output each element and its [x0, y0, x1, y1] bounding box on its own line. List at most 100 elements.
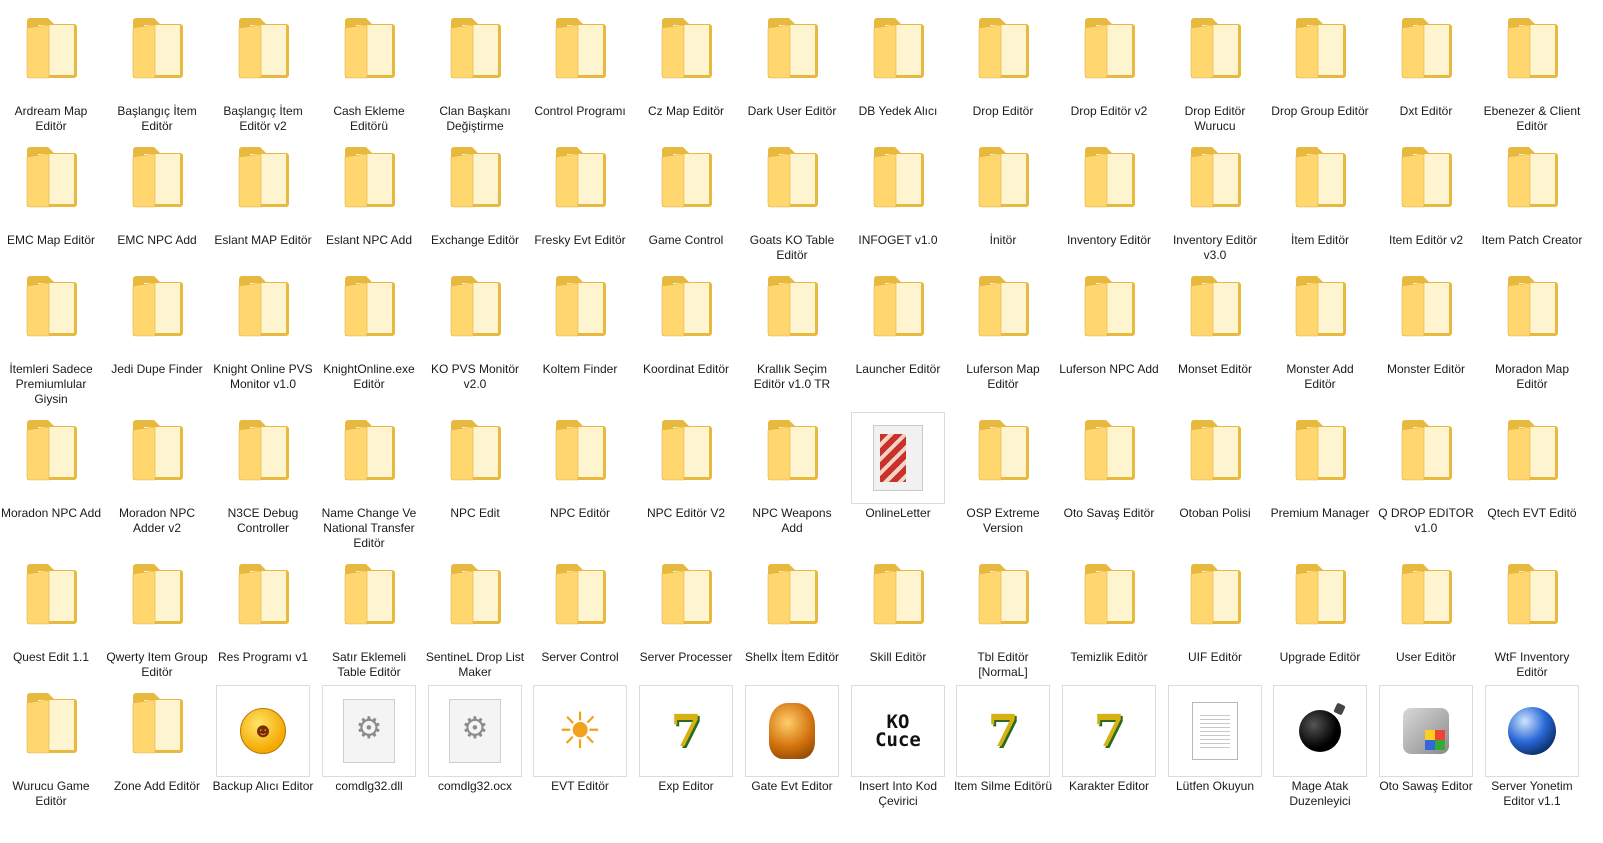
folder-icon [1485, 139, 1579, 231]
item-label: Lütfen Okuyun [1175, 779, 1255, 793]
item-label: Inventory Editör v3.0 [1172, 233, 1258, 262]
item-label: Ardream Map Editör [14, 104, 88, 133]
item-label: Upgrade Editör [1279, 650, 1361, 664]
item-label: OSP Extreme Version [966, 506, 1040, 535]
folder-icon [533, 10, 627, 102]
folder-icon [851, 268, 945, 360]
item-label: Inventory Editör [1066, 233, 1152, 247]
folder-icon [4, 10, 98, 102]
folder-icon [1485, 556, 1579, 648]
folder-icon [745, 268, 839, 360]
item-label: Tbl Editör [NormaL] [977, 650, 1029, 679]
folder-icon [533, 139, 627, 231]
item-label: Server Yonetim Editor v1.1 [1491, 779, 1573, 808]
item-label: EMC Map Editör [6, 233, 96, 247]
folder-icon [1273, 139, 1367, 231]
item-label: Insert Into Kod Çevirici [858, 779, 938, 808]
item-label: Wurucu Game Editör [12, 779, 90, 808]
ko-cuce-icon: KO Cuce [851, 685, 945, 777]
item-label: NPC Editör [549, 506, 611, 520]
item-label: WtF Inventory Editör [1494, 650, 1570, 679]
folder-icon [1062, 556, 1156, 648]
item-label: N3CE Debug Controller [227, 506, 299, 535]
folder-icon [4, 556, 98, 648]
item-label: Qtech EVT Editö [1487, 506, 1577, 520]
folder-icon [745, 10, 839, 102]
folder-icon [1273, 556, 1367, 648]
item-label: Karakter Editor [1068, 779, 1150, 793]
item-label: INFOGET v1.0 [858, 233, 938, 247]
sun-icon: ☀ [533, 685, 627, 777]
item-label: Oto Sawaş Editor [1379, 779, 1473, 793]
folder-icon [110, 139, 204, 231]
folder-icon [216, 268, 310, 360]
folder-icon [1273, 268, 1367, 360]
item-label: Skill Editör [869, 650, 927, 664]
file-explorer-grid: Ardream Map Editör Başlangıç İtem Editör… [0, 0, 1603, 843]
folder-icon [745, 412, 839, 504]
item-label: Moradon NPC Add [0, 506, 102, 520]
item-label: UIF Editör [1187, 650, 1242, 664]
item-label: İnitör [989, 233, 1017, 247]
folder-icon [639, 139, 733, 231]
folder-icon [1168, 412, 1262, 504]
item-label: Moradon Map Editör [1494, 362, 1570, 391]
item-label: Control Programı [534, 104, 626, 118]
item-label: Ebenezer & Client Editör [1483, 104, 1581, 133]
folder-icon [1062, 268, 1156, 360]
item-label: Server Control [541, 650, 619, 664]
folder-icon [4, 139, 98, 231]
item-label: Server Processer [639, 650, 733, 664]
item-label: İtemleri Sadece Premiumlular Giysin [9, 362, 93, 406]
item-label: Res Programı v1 [217, 650, 309, 664]
blue-orb-icon [1485, 685, 1579, 777]
letter-folder-icon [851, 412, 945, 504]
item-label: KnightOnline.exe Editör [323, 362, 415, 391]
item-label: OnlineLetter [865, 506, 931, 520]
folder-icon [639, 268, 733, 360]
item-label: Premium Manager [1270, 506, 1370, 520]
folder-icon [1273, 412, 1367, 504]
folder-icon [1485, 10, 1579, 102]
item-label: Quest Edit 1.1 [12, 650, 90, 664]
item-label: Satır Eklemeli Table Editör [331, 650, 407, 679]
item-label: Exchange Editör [430, 233, 520, 247]
folder-icon [322, 10, 416, 102]
item-label: KO PVS Monitör v2.0 [430, 362, 520, 391]
item-label: NPC Weapons Add [752, 506, 832, 535]
folder-icon [216, 10, 310, 102]
folder-icon [322, 139, 416, 231]
folder-icon [1379, 139, 1473, 231]
item-label: Monster Editör [1386, 362, 1466, 376]
folder-icon [1379, 10, 1473, 102]
item-label: Q DROP EDITOR v1.0 [1378, 506, 1474, 535]
item-label: Başlangıç İtem Editör [117, 104, 197, 133]
item-label: Koltem Finder [542, 362, 618, 376]
item-label: Oto Savaş Editör [1063, 506, 1155, 520]
folder-icon [110, 685, 204, 777]
item-label: Luferson Map Editör [966, 362, 1040, 391]
folder-icon [1379, 412, 1473, 504]
item-label: Drop Editör Wurucu [1184, 104, 1246, 133]
item-label: Drop Editör [972, 104, 1034, 118]
item-label: EVT Editör [551, 779, 609, 793]
folder-icon [533, 412, 627, 504]
folder-icon [110, 10, 204, 102]
item-label: DB Yedek Alıcı [858, 104, 938, 118]
folder-icon [745, 139, 839, 231]
folder-icon [322, 412, 416, 504]
item-label: Jedi Dupe Finder [111, 362, 203, 376]
seven-icon: 7 [956, 685, 1050, 777]
folder-icon [745, 556, 839, 648]
gear-file-icon: ⚙ [322, 685, 416, 777]
folder-icon [956, 412, 1050, 504]
folder-icon [216, 412, 310, 504]
seven-icon: 7 [1062, 685, 1156, 777]
item-label: Temizlik Editör [1070, 650, 1148, 664]
folder-icon [1168, 268, 1262, 360]
item-label: Launcher Editör [855, 362, 941, 376]
item-label: Başlangıç İtem Editör v2 [223, 104, 303, 133]
folder-icon [428, 556, 522, 648]
folder-icon [1168, 10, 1262, 102]
item-label: Krallık Seçim Editör v1.0 TR [753, 362, 831, 391]
